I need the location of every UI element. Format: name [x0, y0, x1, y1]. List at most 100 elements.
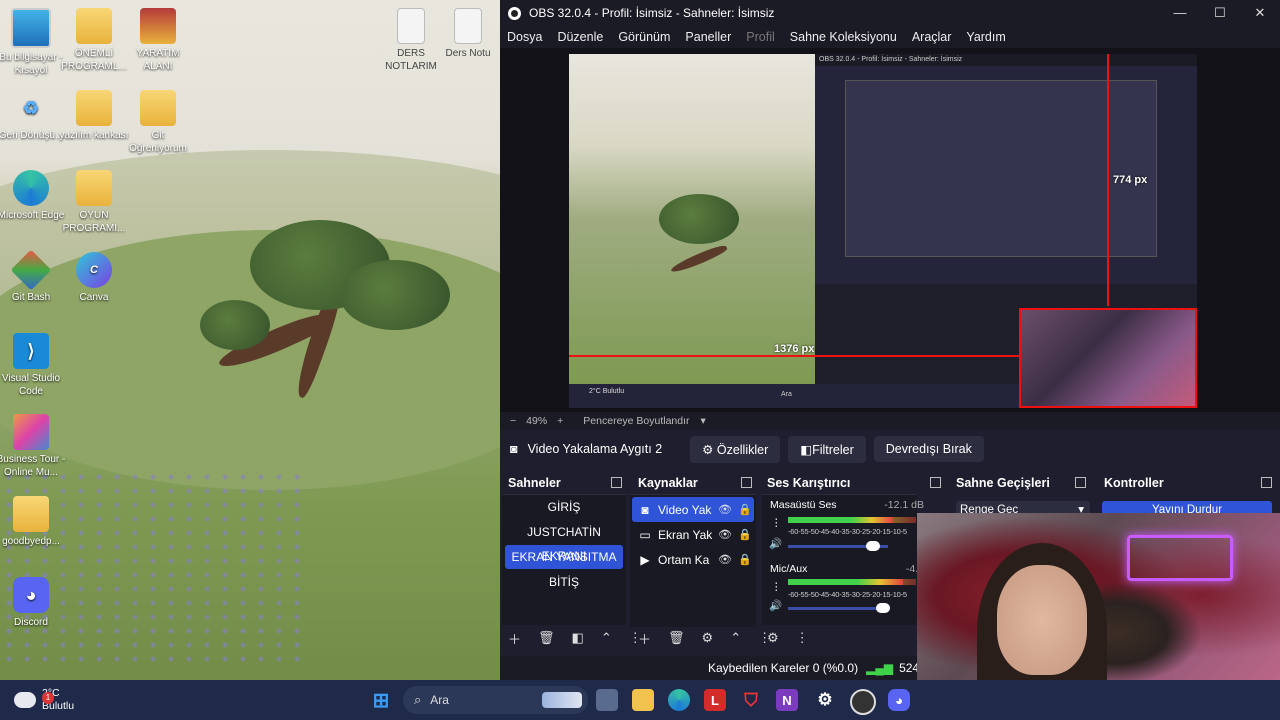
audio-mixer: Masaüstü Ses -12.1 dB ⋮ -60-55-50-45-40-…	[762, 494, 924, 625]
desktop-icon-ders-notu[interactable]: Ders Notu	[432, 8, 504, 60]
desktop-icon-oyun-programi[interactable]: OYUN PROGRAMI...	[58, 170, 130, 235]
git-bash-icon	[10, 249, 52, 291]
desktop-icon-business-tour[interactable]: Business Tour - Online Mu...	[0, 414, 67, 479]
taskbar-search[interactable]: ⌕ Ara	[403, 686, 588, 714]
visibility-eye-icon[interactable]: 👁	[716, 503, 734, 516]
trash-icon[interactable]: 🗑	[538, 630, 555, 646]
file-explorer-icon[interactable]	[632, 689, 654, 711]
deactivate-button[interactable]: Devredışı Bırak	[873, 436, 984, 462]
volume-slider[interactable]	[788, 541, 888, 551]
lock-icon[interactable]: 🔒	[736, 503, 754, 516]
volume-slider[interactable]	[788, 603, 890, 613]
desktop-icon-git-ogreniyorum[interactable]: Git Öğreniyorum	[122, 90, 194, 155]
obs-logo-icon	[508, 6, 521, 20]
desktop-icon-discord[interactable]: ◕ Discord	[0, 577, 67, 629]
popout-icon[interactable]	[930, 477, 941, 488]
speaker-icon[interactable]: 🔊	[769, 537, 782, 550]
desktop-icon-vscode[interactable]: ⟩ Visual Studio Code	[0, 333, 67, 398]
edge-icon[interactable]	[668, 689, 690, 711]
menu-tools[interactable]: Araçlar	[912, 30, 952, 44]
visibility-eye-icon[interactable]: 👁	[716, 553, 734, 566]
filter-icon[interactable]: ◧	[572, 630, 584, 646]
volume-knob[interactable]	[866, 541, 880, 551]
popout-icon[interactable]	[611, 477, 622, 488]
start-button[interactable]: ⊞	[370, 689, 392, 712]
visibility-eye-icon[interactable]: 👁	[716, 528, 734, 541]
obs-taskbar-icon[interactable]	[850, 689, 876, 715]
settings-icon[interactable]: ⚙	[814, 689, 836, 711]
close-button[interactable]: ✕	[1240, 5, 1280, 21]
mixer-channel-desktop: Masaüstü Ses -12.1 dB ⋮ -60-55-50-45-40-…	[766, 499, 924, 559]
menu-help[interactable]: Yardım	[966, 30, 1005, 44]
gear-icon: ⚙	[702, 442, 714, 457]
zoom-out-button[interactable]: −	[510, 415, 516, 427]
source-item-media[interactable]: ▶ Ortam Ka 👁 🔒	[632, 547, 754, 572]
add-icon[interactable]: ＋	[638, 629, 651, 648]
recycle-bin-icon: ♻	[22, 97, 40, 118]
taskbar: 1 2°C Bulutlu ⊞ ⌕ Ara L ⛉ N ⚙ ◕	[0, 680, 1280, 720]
menu-edit[interactable]: Düzenle	[557, 30, 603, 44]
zoom-mode-select[interactable]: Pencereye Boyutlandır ▾	[573, 415, 705, 427]
chevron-up-icon[interactable]: ⌃	[730, 630, 741, 646]
advanced-audio-icon[interactable]: ⚙	[767, 630, 779, 646]
desktop-icon-edge[interactable]: Microsoft Edge	[0, 170, 67, 222]
menu-profile[interactable]: Profil	[746, 30, 774, 44]
zoom-in-button[interactable]: +	[557, 415, 563, 427]
edge-icon	[13, 170, 49, 206]
onenote-icon[interactable]: N	[776, 689, 798, 711]
lock-icon[interactable]: 🔒	[736, 553, 754, 566]
channel-menu-icon[interactable]: ⋮	[771, 517, 782, 529]
scene-item-ekran-yansitma[interactable]: EKRAN YANSITMA	[505, 545, 623, 569]
search-placeholder: Ara	[430, 693, 449, 707]
maximize-button[interactable]: ☐	[1200, 5, 1240, 21]
menu-view[interactable]: Görünüm	[618, 30, 670, 44]
document-icon	[397, 8, 425, 44]
shield-icon[interactable]: ⛉	[740, 689, 762, 711]
desktop-icon-recycle-bin[interactable]: ♻ Geri Dönüşü...	[0, 90, 67, 142]
zoom-mode-label: Pencereye Boyutlandır	[583, 415, 690, 427]
discord-taskbar-icon[interactable]: ◕	[888, 689, 910, 711]
popout-icon[interactable]	[741, 477, 752, 488]
volume-knob[interactable]	[876, 603, 890, 613]
app-l-icon[interactable]: L	[704, 689, 726, 711]
trash-icon[interactable]: 🗑	[668, 630, 685, 646]
desktop-icon-canva[interactable]: C Canva	[58, 252, 130, 304]
menu-file[interactable]: Dosya	[507, 30, 542, 44]
scene-item-giris[interactable]: GİRİŞ	[505, 495, 623, 519]
popout-icon[interactable]	[1075, 477, 1086, 488]
search-highlight-icon	[542, 692, 582, 708]
program-preview[interactable]: OBS 32.0.4 - Profil: İsimsiz - Sahneler:…	[569, 54, 1197, 408]
scenes-dock-title: Sahneler	[508, 474, 626, 492]
desktop-icon-yazilim-kankasi[interactable]: yazılım kankası	[58, 90, 130, 142]
properties-button[interactable]: ⚙ Özellikler	[690, 435, 781, 463]
menu-scene-collection[interactable]: Sahne Koleksiyonu	[790, 30, 897, 44]
scene-item-justchatin[interactable]: JUSTCHATİN EKRANI	[505, 520, 623, 563]
speaker-icon[interactable]: 🔊	[769, 599, 782, 612]
add-icon[interactable]: ＋	[508, 629, 521, 648]
desktop-icon-goodbyedpi[interactable]: goodbyedp...	[0, 496, 67, 548]
preview-area: OBS 32.0.4 - Profil: İsimsiz - Sahneler:…	[500, 48, 1280, 412]
lock-icon[interactable]: 🔒	[736, 528, 754, 541]
gear-icon[interactable]: ⚙	[702, 630, 714, 646]
desktop-icon-yaratim-alani[interactable]: YARATIM ALANI	[122, 8, 194, 73]
scene-item-bitis[interactable]: BİTİŞ	[505, 570, 623, 594]
webcam-source-selected[interactable]	[1019, 308, 1197, 408]
channel-menu-icon[interactable]: ⋮	[771, 581, 782, 593]
weather-widget[interactable]: 1 2°C Bulutlu	[14, 687, 74, 713]
menu-docks[interactable]: Paneller	[685, 30, 731, 44]
chevron-up-icon[interactable]: ⌃	[601, 630, 612, 646]
minimize-button[interactable]: —	[1160, 5, 1200, 21]
source-item-video[interactable]: ◙ Video Yak 👁 🔒	[632, 497, 754, 522]
folder-icon	[140, 90, 176, 126]
popout-icon[interactable]	[1261, 477, 1272, 488]
filters-button[interactable]: ◧Filtreler	[788, 435, 866, 463]
zoom-bar: − 49% + Pencereye Boyutlandır ▾	[500, 412, 1280, 430]
chevron-down-icon: ▾	[700, 415, 706, 427]
discord-icon: ◕	[13, 577, 49, 613]
desktop-icon-this-pc[interactable]: Bu bilgisayar - Kısayol	[0, 8, 67, 77]
task-view-icon[interactable]	[596, 689, 618, 711]
source-item-screen[interactable]: ▭ Ekran Yak 👁 🔒	[632, 522, 754, 547]
more-icon[interactable]: ⋮	[796, 630, 809, 646]
desktop-icon-onemli-programlar[interactable]: ÖNEMLİ PROGRAML...	[58, 8, 130, 73]
desktop-icon-git-bash[interactable]: Git Bash	[0, 249, 67, 304]
